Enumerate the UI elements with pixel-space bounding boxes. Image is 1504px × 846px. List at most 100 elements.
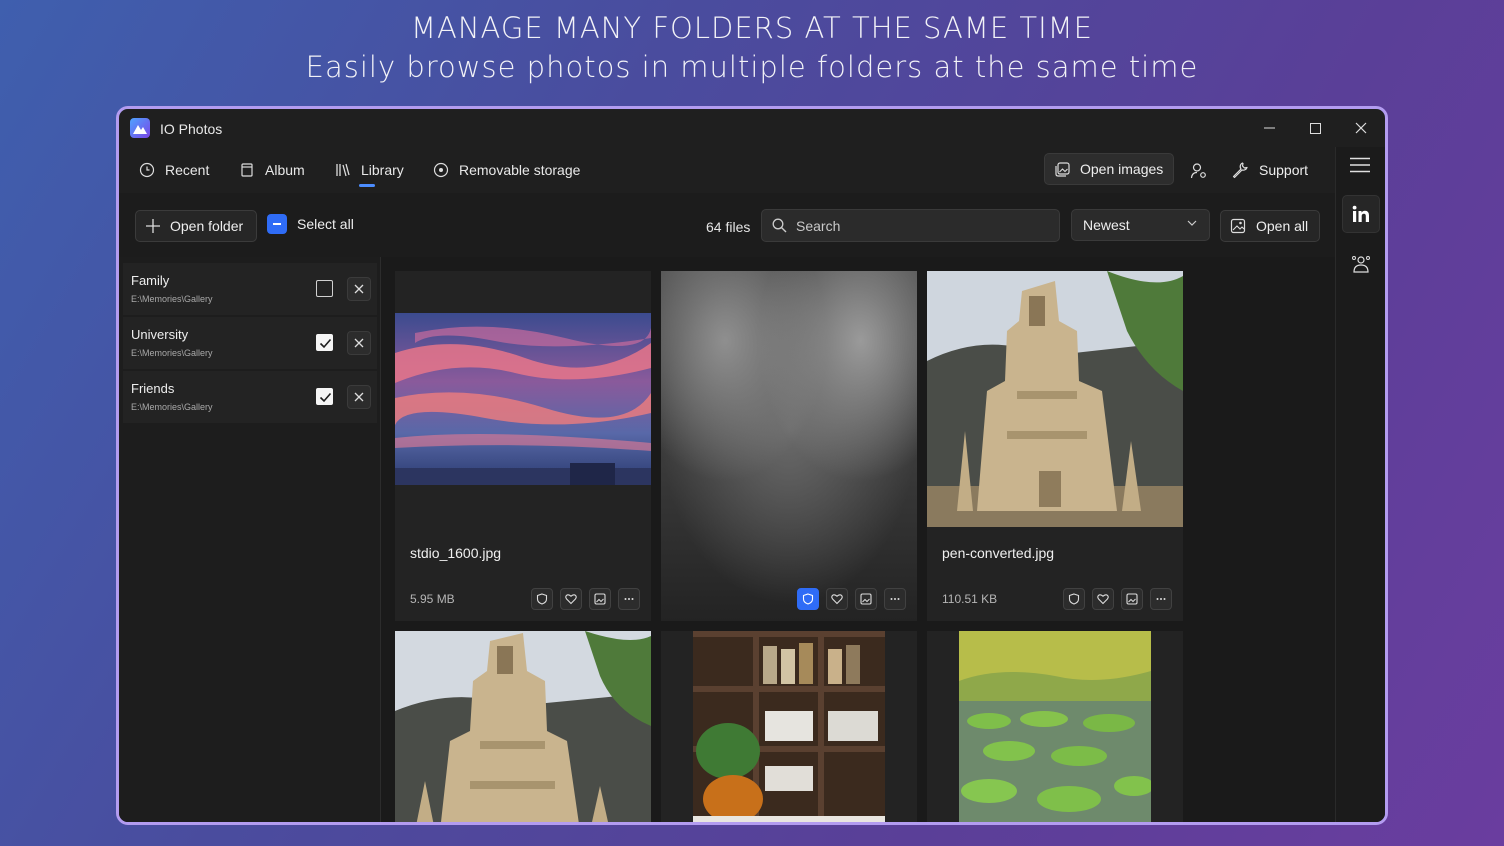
menu-button[interactable] xyxy=(1350,157,1370,178)
folder-checkbox[interactable] xyxy=(316,334,333,351)
photo-thumbnail[interactable] xyxy=(693,631,885,822)
shield-icon xyxy=(536,593,548,605)
linkedin-button[interactable] xyxy=(1342,195,1380,233)
nav-active-indicator xyxy=(359,184,375,187)
close-icon xyxy=(1355,122,1367,134)
favorite-button[interactable] xyxy=(826,588,848,610)
hamburger-icon xyxy=(1350,157,1370,173)
image-icon xyxy=(860,593,872,605)
more-icon xyxy=(1156,598,1166,600)
photo-thumbnail[interactable] xyxy=(395,631,651,822)
photo-card[interactable] xyxy=(927,631,1183,822)
maximize-icon xyxy=(1309,122,1321,134)
private-button[interactable] xyxy=(797,588,819,610)
more-icon xyxy=(624,598,634,600)
folder-item-family[interactable]: Family E:\Memories\Gallery xyxy=(123,263,377,315)
photo-thumbnail[interactable] xyxy=(927,271,1183,527)
remove-folder-button[interactable] xyxy=(347,277,371,301)
folder-item-university[interactable]: University E:\Memories\Gallery xyxy=(123,317,377,369)
search-input[interactable]: Search xyxy=(761,209,1060,242)
photo-thumbnail[interactable] xyxy=(395,313,651,485)
photo-card[interactable]: pen-converted.jpg 110.51 KB xyxy=(927,271,1183,621)
app-window: IO Photos Recent Album Library Removable… xyxy=(116,106,1388,825)
heart-icon xyxy=(1097,594,1109,605)
folder-checkbox[interactable] xyxy=(316,388,333,405)
title-bar[interactable]: IO Photos xyxy=(119,109,1385,147)
nav-item-album[interactable]: Album xyxy=(239,157,305,183)
close-icon xyxy=(354,338,364,348)
right-rail xyxy=(1335,147,1385,822)
remove-folder-button[interactable] xyxy=(347,331,371,355)
chevron-down-icon xyxy=(1187,220,1197,226)
folder-name: University xyxy=(131,327,189,342)
maximize-button[interactable] xyxy=(1292,113,1338,143)
remove-folder-button[interactable] xyxy=(347,385,371,409)
open-all-button[interactable]: Open all xyxy=(1220,210,1320,242)
people-icon xyxy=(1352,256,1370,273)
promo-subheadline: Easily browse photos in multiple folders… xyxy=(305,50,1199,84)
checkmark-icon xyxy=(319,338,332,349)
support-button[interactable]: Support xyxy=(1231,157,1308,183)
support-label: Support xyxy=(1259,162,1309,178)
nav-item-recent[interactable]: Recent xyxy=(139,157,209,183)
nav-item-library[interactable]: Library xyxy=(335,157,404,183)
photo-grid: stdio_1600.jpg 5.95 MB pen-converted.jpg… xyxy=(381,257,1335,822)
close-icon xyxy=(354,284,364,294)
nav-item-removable-storage[interactable]: Removable storage xyxy=(433,157,580,183)
folder-path: E:\Memories\Gallery xyxy=(131,294,213,304)
photo-card[interactable] xyxy=(395,631,651,822)
nav-label-removable-storage: Removable storage xyxy=(459,162,581,178)
app-logo-icon xyxy=(130,118,150,138)
search-placeholder: Search xyxy=(796,217,841,234)
set-wallpaper-button[interactable] xyxy=(1121,588,1143,610)
image-icon xyxy=(1126,593,1138,605)
favorite-button[interactable] xyxy=(560,588,582,610)
community-button[interactable] xyxy=(1342,245,1380,283)
checkmark-icon xyxy=(319,392,332,403)
toolbar: Open folder Select all 64 files Search N… xyxy=(119,193,1335,257)
disc-icon xyxy=(433,162,449,178)
more-options-button[interactable] xyxy=(884,588,906,610)
images-icon xyxy=(1055,161,1070,177)
set-wallpaper-button[interactable] xyxy=(855,588,877,610)
account-button[interactable] xyxy=(1187,159,1211,183)
photo-card[interactable]: stdio_1600.jpg 5.95 MB xyxy=(395,271,651,621)
nav-label-library: Library xyxy=(361,162,404,178)
library-icon xyxy=(336,163,350,177)
close-icon xyxy=(354,392,364,402)
folder-item-friends[interactable]: Friends E:\Memories\Gallery xyxy=(123,371,377,423)
open-folder-button[interactable]: Open folder xyxy=(135,210,257,242)
sort-dropdown[interactable]: Newest xyxy=(1071,209,1210,241)
nav-label-recent: Recent xyxy=(165,162,210,178)
more-icon xyxy=(890,598,900,600)
image-icon xyxy=(594,593,606,605)
more-options-button[interactable] xyxy=(618,588,640,610)
shield-icon xyxy=(1068,593,1080,605)
open-images-button[interactable]: Open images xyxy=(1044,153,1174,185)
photo-thumbnail[interactable] xyxy=(661,271,917,621)
set-wallpaper-button[interactable] xyxy=(589,588,611,610)
main-nav: Recent Album Library Removable storage O… xyxy=(119,147,1335,193)
photo-thumbnail[interactable] xyxy=(959,631,1151,822)
photo-card[interactable] xyxy=(661,631,917,822)
private-button[interactable] xyxy=(1063,588,1085,610)
search-icon xyxy=(772,218,787,233)
clock-icon xyxy=(139,162,155,178)
nav-label-album: Album xyxy=(265,162,305,178)
indeterminate-checkbox-icon xyxy=(267,214,287,234)
linkedin-icon xyxy=(1352,205,1369,222)
folder-checkbox[interactable] xyxy=(316,280,333,297)
photo-actions xyxy=(797,588,906,610)
image-icon xyxy=(1230,218,1246,234)
plus-icon xyxy=(146,219,160,233)
more-options-button[interactable] xyxy=(1150,588,1172,610)
private-button[interactable] xyxy=(531,588,553,610)
photo-card[interactable] xyxy=(661,271,917,621)
close-window-button[interactable] xyxy=(1338,113,1384,143)
minimize-button[interactable] xyxy=(1246,113,1292,143)
favorite-button[interactable] xyxy=(1092,588,1114,610)
photo-size: 5.95 MB xyxy=(410,592,455,606)
open-folder-label: Open folder xyxy=(170,218,244,234)
app-title: IO Photos xyxy=(160,121,223,137)
select-all-checkbox[interactable]: Select all xyxy=(267,214,354,234)
